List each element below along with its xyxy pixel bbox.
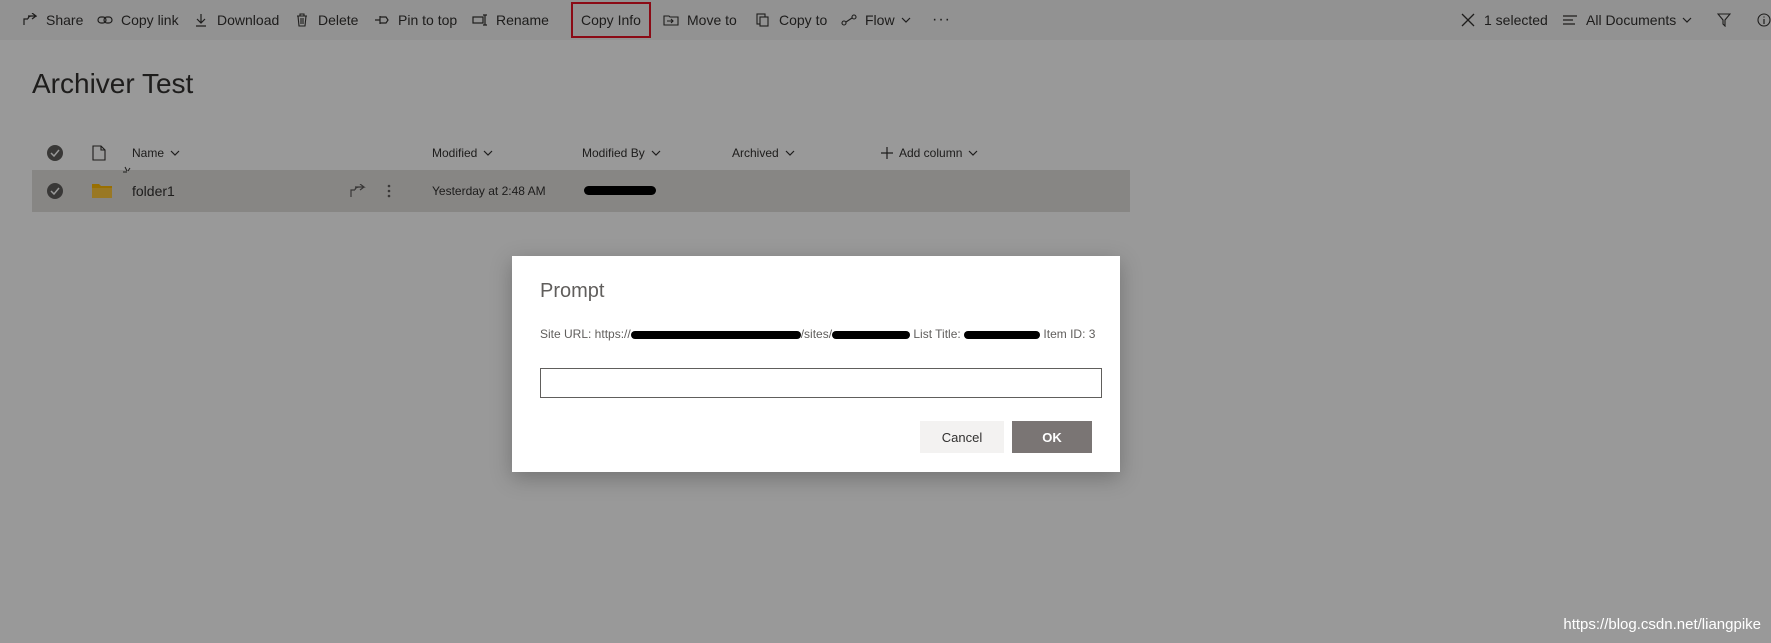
redaction-mark <box>964 330 1041 339</box>
dialog-message: Site URL: https:// /sites/ List Title: It… <box>540 327 1095 341</box>
dialog-title: Prompt <box>540 280 605 302</box>
ok-button[interactable]: OK <box>1012 421 1092 453</box>
prompt-input[interactable] <box>540 368 1102 398</box>
message-part-2: /sites/ <box>800 327 833 341</box>
message-part-3: List Title: <box>910 327 965 341</box>
redaction-mark <box>832 330 911 339</box>
watermark: https://blog.csdn.net/liangpike <box>1563 616 1761 633</box>
prompt-dialog: Prompt Site URL: https:// /sites/ List Ti… <box>512 256 1120 472</box>
redaction-mark <box>630 330 801 339</box>
cancel-button[interactable]: Cancel <box>920 421 1004 453</box>
message-part-4: Item ID: 3 <box>1040 327 1096 341</box>
message-part-1: Site URL: https:// <box>540 327 631 341</box>
